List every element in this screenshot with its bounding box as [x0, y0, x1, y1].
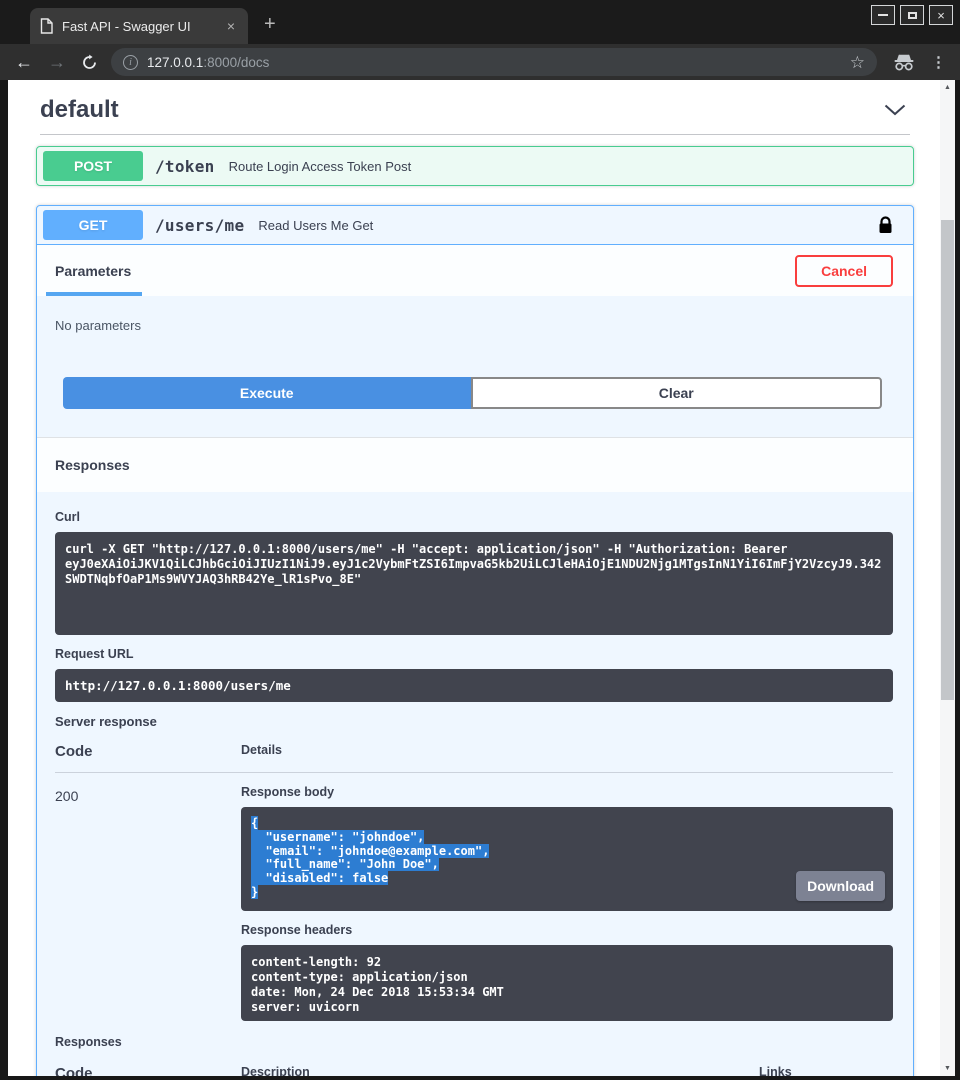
new-tab-button[interactable]: +	[264, 14, 276, 34]
address-bar[interactable]: i 127.0.0.1:8000/docs ☆	[111, 48, 877, 76]
no-parameters-text: No parameters	[37, 296, 913, 333]
post-endpoint-path: /token	[155, 157, 215, 176]
response-body-block: { "username": "johndoe", "email": "johnd…	[241, 807, 893, 911]
request-url-label: Request URL	[55, 647, 893, 661]
opblock-post-token: POST /token Route Login Access Token Pos…	[36, 146, 914, 186]
response-header-line: content-length: 92	[251, 955, 883, 970]
incognito-icon[interactable]	[893, 54, 915, 71]
chevron-down-icon[interactable]	[880, 100, 910, 120]
reload-button[interactable]	[81, 54, 98, 71]
swagger-page: default POST /token Route Login Access T…	[8, 80, 940, 1076]
tab-close-icon[interactable]: ×	[224, 18, 238, 34]
scrollbar-down-icon[interactable]: ▼	[940, 1065, 955, 1072]
content-area: default POST /token Route Login Access T…	[0, 80, 960, 1080]
response-body-line: "email": "johndoe@example.com",	[251, 845, 883, 859]
post-token-summary[interactable]: POST /token Route Login Access Token Pos…	[37, 147, 913, 185]
execute-wrapper: Execute Clear	[37, 333, 913, 437]
server-response-row: 200 Response body { "username": "johndoe…	[55, 773, 893, 1021]
browser-toolbar: ← → i 127.0.0.1:8000/docs ☆ ⋮	[0, 44, 960, 80]
close-button[interactable]: ×	[929, 5, 953, 25]
response-headers-label: Response headers	[241, 923, 893, 937]
execute-button[interactable]: Execute	[63, 377, 471, 409]
browser-tab[interactable]: Fast API - Swagger UI ×	[30, 8, 248, 44]
documented-responses-table-header: Code Description Links	[55, 1065, 893, 1076]
response-body-line: }	[251, 886, 883, 900]
minimize-icon	[878, 14, 888, 16]
window-controls: ×	[866, 5, 953, 25]
post-endpoint-description: Route Login Access Token Post	[229, 159, 412, 174]
curl-line: eyJ0eXAiOiJKV1QiLCJhbGciOiJIUzI1NiJ9.eyJ…	[65, 557, 883, 572]
documented-responses-label: Responses	[55, 1035, 893, 1049]
page-title: default	[40, 96, 880, 124]
maximize-button[interactable]	[900, 5, 924, 25]
curl-line: SWDTNqbfOaP1Ms9WVYJAQ3hRB42Ye_lR1sPvo_8E…	[65, 572, 883, 587]
parameters-header: Parameters Cancel	[37, 245, 913, 296]
code-column-header: Code	[55, 1065, 241, 1076]
curl-line: curl -X GET "http://127.0.0.1:8000/users…	[65, 542, 883, 557]
curl-command-block: curl -X GET "http://127.0.0.1:8000/users…	[55, 532, 893, 635]
browser-menu-icon[interactable]: ⋮	[931, 55, 946, 70]
tab-parameters[interactable]: Parameters	[55, 263, 131, 279]
get-users-me-summary[interactable]: GET /users/me Read Users Me Get	[37, 206, 913, 245]
description-column-header: Description	[241, 1065, 759, 1076]
minimize-button[interactable]	[871, 5, 895, 25]
response-header-line: server: uvicorn	[251, 1000, 883, 1015]
tab-strip: Fast API - Swagger UI × + ×	[0, 0, 960, 44]
request-url-block: http://127.0.0.1:8000/users/me	[55, 669, 893, 702]
response-headers-block: content-length: 92 content-type: applica…	[241, 945, 893, 1021]
url-path: :8000/docs	[203, 55, 269, 70]
back-button[interactable]: ←	[15, 53, 33, 71]
opblock-get-users-me: GET /users/me Read Users Me Get Paramete…	[36, 205, 914, 1076]
scrollbar-thumb[interactable]	[941, 220, 954, 700]
page-scrollbar[interactable]: ▲ ▼	[940, 80, 955, 1076]
section-header: default	[36, 80, 914, 124]
links-column-header: Links	[759, 1065, 893, 1076]
curl-label: Curl	[55, 510, 893, 524]
responses-section-header: Responses	[37, 437, 913, 492]
maximize-icon	[908, 12, 917, 19]
code-column-header: Code	[55, 743, 241, 760]
url-host: 127.0.0.1	[147, 55, 203, 70]
server-response-label: Server response	[55, 714, 893, 729]
post-method-badge: POST	[43, 151, 143, 181]
status-code: 200	[55, 785, 241, 1021]
response-header-line: content-type: application/json	[251, 970, 883, 985]
response-body-line: "username": "johndoe",	[251, 831, 883, 845]
authorize-lock-icon[interactable]	[876, 214, 895, 236]
response-header-line: date: Mon, 24 Dec 2018 15:53:34 GMT	[251, 985, 883, 1000]
details-column-header: Details	[241, 743, 282, 760]
site-info-icon[interactable]: i	[123, 55, 138, 70]
scrollbar-up-icon[interactable]: ▲	[940, 84, 955, 91]
response-body-line: "disabled": false	[251, 872, 883, 886]
download-button[interactable]: Download	[796, 871, 885, 901]
tab-title: Fast API - Swagger UI	[62, 19, 224, 34]
close-icon: ×	[937, 9, 945, 22]
bookmark-star-icon[interactable]: ☆	[850, 54, 865, 71]
get-method-badge: GET	[43, 210, 143, 240]
response-body-line: "full_name": "John Doe",	[251, 858, 883, 872]
active-tab-underline	[46, 292, 142, 296]
cancel-button[interactable]: Cancel	[795, 255, 893, 287]
clear-button[interactable]: Clear	[471, 377, 883, 409]
document-icon	[40, 18, 53, 34]
response-body-label: Response body	[241, 785, 893, 799]
get-endpoint-path: /users/me	[155, 216, 244, 235]
response-body-line: {	[251, 817, 883, 831]
responses-inner: Curl curl -X GET "http://127.0.0.1:8000/…	[37, 492, 913, 1076]
browser-window: Fast API - Swagger UI × + × ← → i 127.0.…	[0, 0, 960, 1080]
get-endpoint-description: Read Users Me Get	[258, 218, 373, 233]
server-response-table-header: Code Details	[55, 743, 893, 773]
forward-button[interactable]: →	[48, 53, 66, 71]
section-divider	[40, 134, 910, 135]
url-text: 127.0.0.1:8000/docs	[147, 55, 269, 70]
